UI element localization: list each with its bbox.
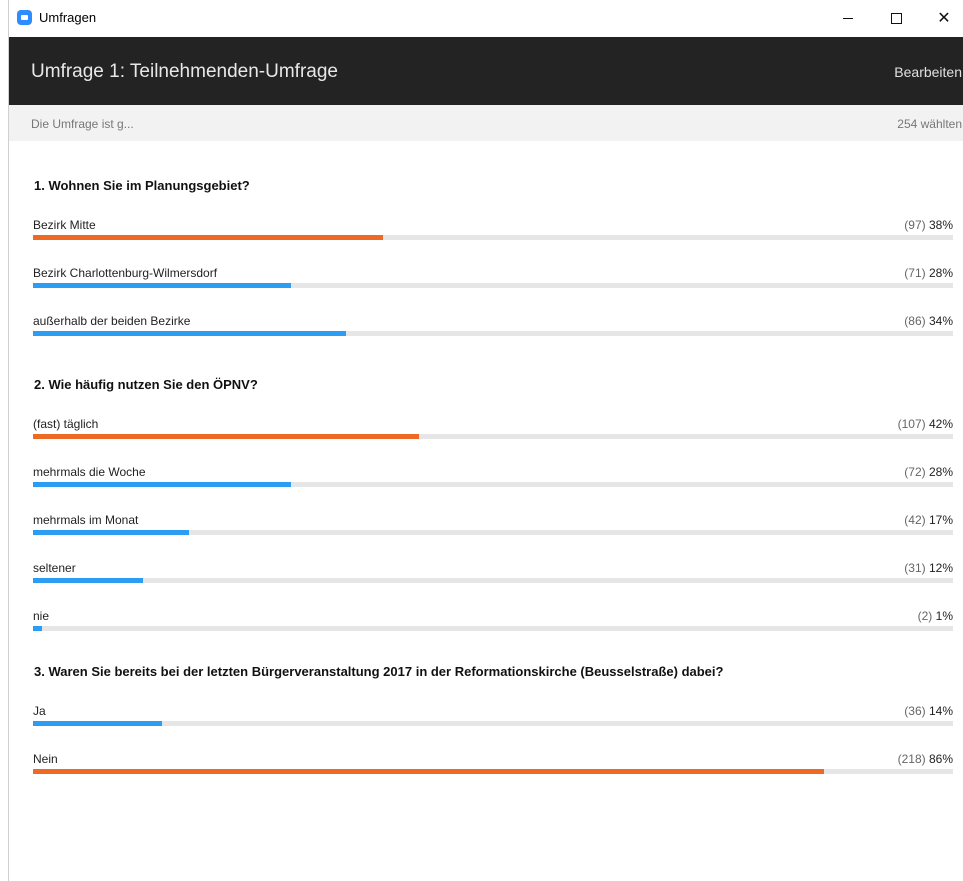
poll-status-bar: Die Umfrage ist g... 254 wählten (9, 105, 963, 141)
edit-button[interactable]: Bearbeiten (894, 64, 962, 80)
result-bar-track (33, 283, 953, 288)
answer-label: außerhalb der beiden Bezirke (33, 314, 191, 328)
answer-label: mehrmals im Monat (33, 513, 139, 527)
result-bar-fill (33, 235, 383, 240)
poll-title: Umfrage 1: Teilnehmenden-Umfrage (31, 61, 338, 82)
minimize-button[interactable] (825, 0, 871, 36)
answer-percent: 1% (935, 609, 953, 623)
minimize-icon (843, 17, 853, 19)
close-button[interactable]: ✕ (921, 0, 963, 36)
result-bar-track (33, 331, 953, 336)
result-bar-fill (33, 626, 42, 631)
answer-count: (71) (904, 266, 926, 280)
answer-percent: 14% (928, 704, 953, 718)
result-bar-track (33, 235, 953, 240)
answer-percent: 28% (928, 266, 953, 280)
question-title: 1. Wohnen Sie im Planungsgebiet? (34, 178, 250, 193)
result-bar-fill (33, 530, 189, 535)
answer-count: (218) (897, 752, 926, 766)
maximize-button[interactable] (873, 0, 919, 36)
result-bar-track (33, 721, 953, 726)
answer-count: (36) (904, 704, 926, 718)
result-bar-fill (33, 283, 291, 288)
answer-count: (42) (904, 513, 926, 527)
result-bar-track (33, 578, 953, 583)
result-bar-track (33, 769, 953, 774)
answer-stat: (218) 86% (898, 752, 953, 766)
answer-percent: 38% (928, 218, 953, 232)
answer-stat: (2) 1% (918, 609, 953, 623)
result-bar-fill (33, 769, 824, 774)
answer-count: (31) (904, 561, 926, 575)
answer-percent: 12% (928, 561, 953, 575)
answer-stat: (71) 28% (904, 266, 953, 280)
maximize-icon (890, 12, 902, 24)
polls-window: Umfragen ✕ Umfrage 1: Teilnehmenden-Umfr… (8, 0, 963, 881)
result-bar-fill (33, 578, 143, 583)
vote-count: 254 wählten (897, 117, 962, 131)
answer-count: (107) (897, 417, 926, 431)
zoom-app-icon (17, 10, 32, 25)
result-bar-track (33, 530, 953, 535)
answer-stat: (42) 17% (904, 513, 953, 527)
answer-label: Bezirk Mitte (33, 218, 96, 232)
answer-label: seltener (33, 561, 76, 575)
answer-count: (86) (904, 314, 926, 328)
answer-stat: (97) 38% (904, 218, 953, 232)
answer-count: (72) (904, 465, 926, 479)
result-bar-fill (33, 721, 162, 726)
result-bar-track (33, 434, 953, 439)
answer-label: mehrmals die Woche (33, 465, 146, 479)
answer-stat: (86) 34% (904, 314, 953, 328)
result-bar-fill (33, 331, 346, 336)
answer-stat: (36) 14% (904, 704, 953, 718)
answer-percent: 86% (928, 752, 953, 766)
answer-count: (2) (917, 609, 933, 623)
answer-percent: 34% (928, 314, 953, 328)
answer-stat: (107) 42% (898, 417, 953, 431)
answer-label: Bezirk Charlottenburg-Wilmersdorf (33, 266, 218, 280)
result-bar-fill (33, 434, 419, 439)
question-title: 2. Wie häufig nutzen Sie den ÖPNV? (34, 377, 258, 392)
answer-count: (97) (904, 218, 926, 232)
title-bar: Umfragen ✕ (9, 0, 963, 36)
close-icon: ✕ (937, 10, 951, 27)
question-title: 3. Waren Sie bereits bei der letzten Bür… (34, 664, 724, 679)
answer-label: Nein (33, 752, 58, 766)
answer-percent: 28% (928, 465, 953, 479)
answer-percent: 42% (928, 417, 953, 431)
answer-label: (fast) täglich (33, 417, 99, 431)
answer-label: nie (33, 609, 50, 623)
answer-stat: (31) 12% (904, 561, 953, 575)
result-bar-track (33, 482, 953, 487)
result-bar-track (33, 626, 953, 631)
answer-percent: 17% (928, 513, 953, 527)
poll-status-text: Die Umfrage ist g... (31, 117, 134, 131)
answer-label: Ja (33, 704, 46, 718)
answer-stat: (72) 28% (904, 465, 953, 479)
poll-header: Umfrage 1: Teilnehmenden-Umfrage Bearbei… (9, 37, 963, 105)
result-bar-fill (33, 482, 291, 487)
window-title: Umfragen (39, 10, 97, 25)
